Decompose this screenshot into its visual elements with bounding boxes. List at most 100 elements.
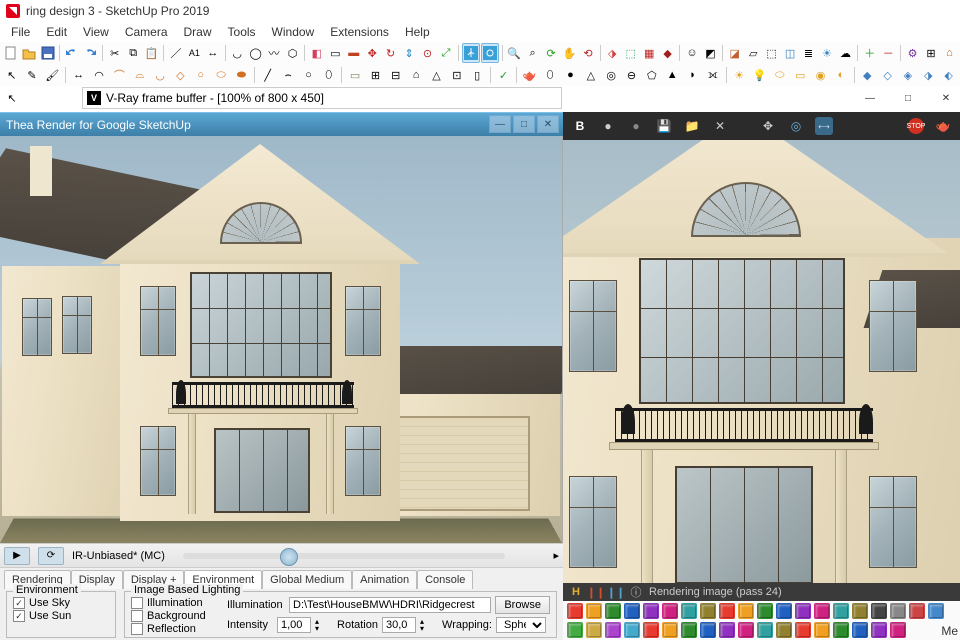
thea-maximize-icon[interactable]: □	[513, 115, 535, 133]
freehand-icon[interactable]: 〰	[265, 43, 282, 63]
plugin-tool-33[interactable]	[814, 622, 830, 638]
plugin-tool-16[interactable]	[871, 603, 887, 619]
select-icon[interactable]: ▭	[327, 43, 344, 63]
sandbox2-icon[interactable]: ⊟	[386, 65, 405, 85]
wrapping-select[interactable]: Spheri	[496, 617, 546, 633]
light5-icon[interactable]: ◉	[811, 65, 830, 85]
remove-icon[interactable]: －	[879, 43, 896, 63]
plugin-tool-11[interactable]	[776, 603, 792, 619]
zoom-window-icon[interactable]: ⌕	[524, 43, 541, 63]
plugin-tool-28[interactable]	[719, 622, 735, 638]
vfb-teapot-icon[interactable]: 🫖	[934, 117, 952, 135]
plugin-tool-22[interactable]	[605, 622, 621, 638]
plugin-tool-36[interactable]	[871, 622, 887, 638]
arc-icon[interactable]: ◡	[228, 43, 245, 63]
vfb-h-icon[interactable]: H	[569, 585, 583, 599]
thea-title-bar[interactable]: Thea Render for Google SketchUp — □ ✕	[0, 112, 563, 136]
torus-icon[interactable]: ◎	[601, 65, 620, 85]
selector-icon[interactable]: ↖	[2, 88, 22, 108]
plugin-icon[interactable]: ⚙	[904, 43, 921, 63]
redo-icon[interactable]	[82, 43, 99, 63]
warehouse-icon[interactable]: ⌂	[941, 43, 958, 63]
sphere-icon[interactable]: ●	[561, 65, 580, 85]
plugin-tool-7[interactable]	[700, 603, 716, 619]
check-circle-icon[interactable]: ✓	[494, 65, 513, 85]
plugin-tool-34[interactable]	[833, 622, 849, 638]
intensity-spinner-icon[interactable]: ▴▾	[315, 618, 319, 632]
plugin-tool-18[interactable]	[909, 603, 925, 619]
arc2-icon[interactable]: ⌢	[278, 65, 297, 85]
hidden-icon[interactable]: ⬚	[763, 43, 780, 63]
plugin-tool-25[interactable]	[662, 622, 678, 638]
teapot-icon[interactable]: 🫖	[520, 65, 539, 85]
shape1-icon[interactable]: ◇	[171, 65, 190, 85]
menu-window[interactable]: Window	[265, 23, 322, 41]
vfb-folder-icon[interactable]: 📁	[683, 117, 701, 135]
layers-icon[interactable]: ≣	[800, 43, 817, 63]
plugin-tool-9[interactable]	[738, 603, 754, 619]
plugin-tool-5[interactable]	[662, 603, 678, 619]
edges-icon[interactable]: ▱	[744, 43, 761, 63]
diamond1-icon[interactable]: ◆	[858, 65, 877, 85]
face-icon[interactable]: ◪	[726, 43, 743, 63]
eraser-icon[interactable]: ◧	[308, 43, 325, 63]
shape2-icon[interactable]: ○	[191, 65, 210, 85]
close-icon[interactable]: ✕	[936, 90, 956, 106]
copy-icon[interactable]: ⧉	[124, 43, 141, 63]
shadows-icon[interactable]: ☀	[818, 43, 835, 63]
scale-icon[interactable]: ⤢	[437, 43, 454, 63]
plugin-tool-23[interactable]	[624, 622, 640, 638]
light6-icon[interactable]: ◐	[831, 65, 850, 85]
house-icon[interactable]: ⌂	[406, 65, 425, 85]
cylinder-icon[interactable]: ⬯	[540, 65, 559, 85]
vfb-link-icon[interactable]: ⟷	[815, 117, 833, 135]
plugin-tool-19[interactable]	[928, 603, 944, 619]
vfb-channel-button[interactable]: B	[571, 117, 589, 135]
vfb-stop-icon[interactable]: STOP	[908, 118, 924, 134]
plugin-tool-20[interactable]	[567, 622, 583, 638]
pan-icon[interactable]: ✋	[561, 43, 578, 63]
sandbox1-icon[interactable]: ⊞	[366, 65, 385, 85]
vfb-region-icon[interactable]: ✥	[759, 117, 777, 135]
offset-icon[interactable]: ⊙	[419, 43, 436, 63]
person-icon[interactable]: ☺	[683, 43, 700, 63]
vray-icon[interactable]: ◆	[659, 43, 676, 63]
plugin-tool-8[interactable]	[719, 603, 735, 619]
shape4-icon[interactable]: ⬬	[232, 65, 251, 85]
plugin-tool-15[interactable]	[852, 603, 868, 619]
window2-icon[interactable]: ⊡	[447, 65, 466, 85]
plugin-tool-10[interactable]	[757, 603, 773, 619]
menu-extensions[interactable]: Extensions	[323, 23, 396, 41]
zoom-icon[interactable]: 🔍	[505, 43, 522, 63]
open-icon[interactable]	[20, 43, 37, 63]
thea-start-icon[interactable]: ▶	[4, 547, 30, 565]
add-icon[interactable]: ＋	[861, 43, 878, 63]
illumination-checkbox[interactable]: Illumination	[131, 597, 217, 609]
minimize-icon[interactable]: —	[860, 90, 880, 106]
thea-minimize-icon[interactable]: —	[489, 115, 511, 133]
protractor-icon[interactable]: ◠	[89, 65, 108, 85]
fog-icon[interactable]: ☁	[837, 43, 854, 63]
previous-icon[interactable]: ⟲	[579, 43, 596, 63]
xray-icon[interactable]: ◫	[781, 43, 798, 63]
menu-view[interactable]: View	[76, 23, 116, 41]
paint-icon[interactable]: ⬗	[604, 43, 621, 63]
vfb-track-icon[interactable]: ◎	[787, 117, 805, 135]
save-icon[interactable]	[39, 43, 56, 63]
cone-icon[interactable]: △	[581, 65, 600, 85]
plugin-tool-21[interactable]	[586, 622, 602, 638]
vfb-clear-icon[interactable]: ✕	[711, 117, 729, 135]
plugin-tool-0[interactable]	[567, 603, 583, 619]
vfb-canvas[interactable]	[563, 140, 960, 583]
plugin-tool-37[interactable]	[890, 622, 906, 638]
vfb-bars-icon[interactable]: ❙❙	[589, 585, 603, 599]
match-icon[interactable]: ⊞	[922, 43, 939, 63]
diamond2-icon[interactable]: ◇	[878, 65, 897, 85]
rectangle-icon[interactable]: ▬	[345, 43, 362, 63]
orbit-icon[interactable]: ⟳	[542, 43, 559, 63]
curve3-icon[interactable]: ◡	[150, 65, 169, 85]
plugin-tool-17[interactable]	[890, 603, 906, 619]
use-sky-checkbox[interactable]: ✓Use Sky	[13, 597, 109, 609]
vfb-pause-icon[interactable]: ❙❙	[609, 585, 623, 599]
intensity-input[interactable]	[277, 617, 311, 633]
